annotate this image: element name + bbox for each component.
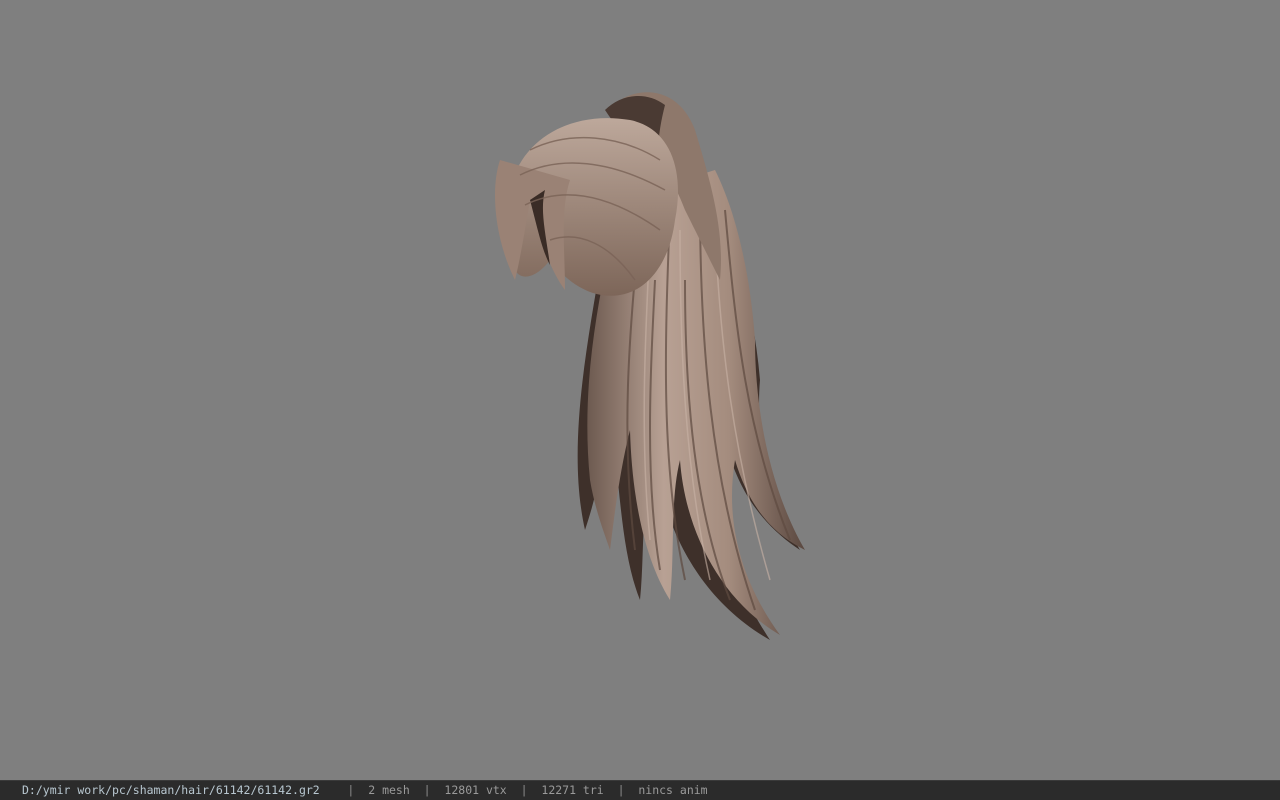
separator: | [423, 783, 431, 797]
triangle-count: 12271 tri [541, 783, 604, 797]
separator: | [520, 783, 528, 797]
animation-status: nincs anim [638, 783, 708, 797]
hair-model[interactable] [470, 80, 820, 650]
3d-viewport[interactable] [0, 0, 1280, 780]
mesh-count: 2 mesh [368, 783, 410, 797]
file-path: D:/ymir work/pc/shaman/hair/61142/61142.… [22, 783, 320, 797]
status-bar: D:/ymir work/pc/shaman/hair/61142/61142.… [0, 780, 1280, 800]
separator: | [347, 783, 355, 797]
vertex-count: 12801 vtx [444, 783, 507, 797]
separator: | [617, 783, 625, 797]
